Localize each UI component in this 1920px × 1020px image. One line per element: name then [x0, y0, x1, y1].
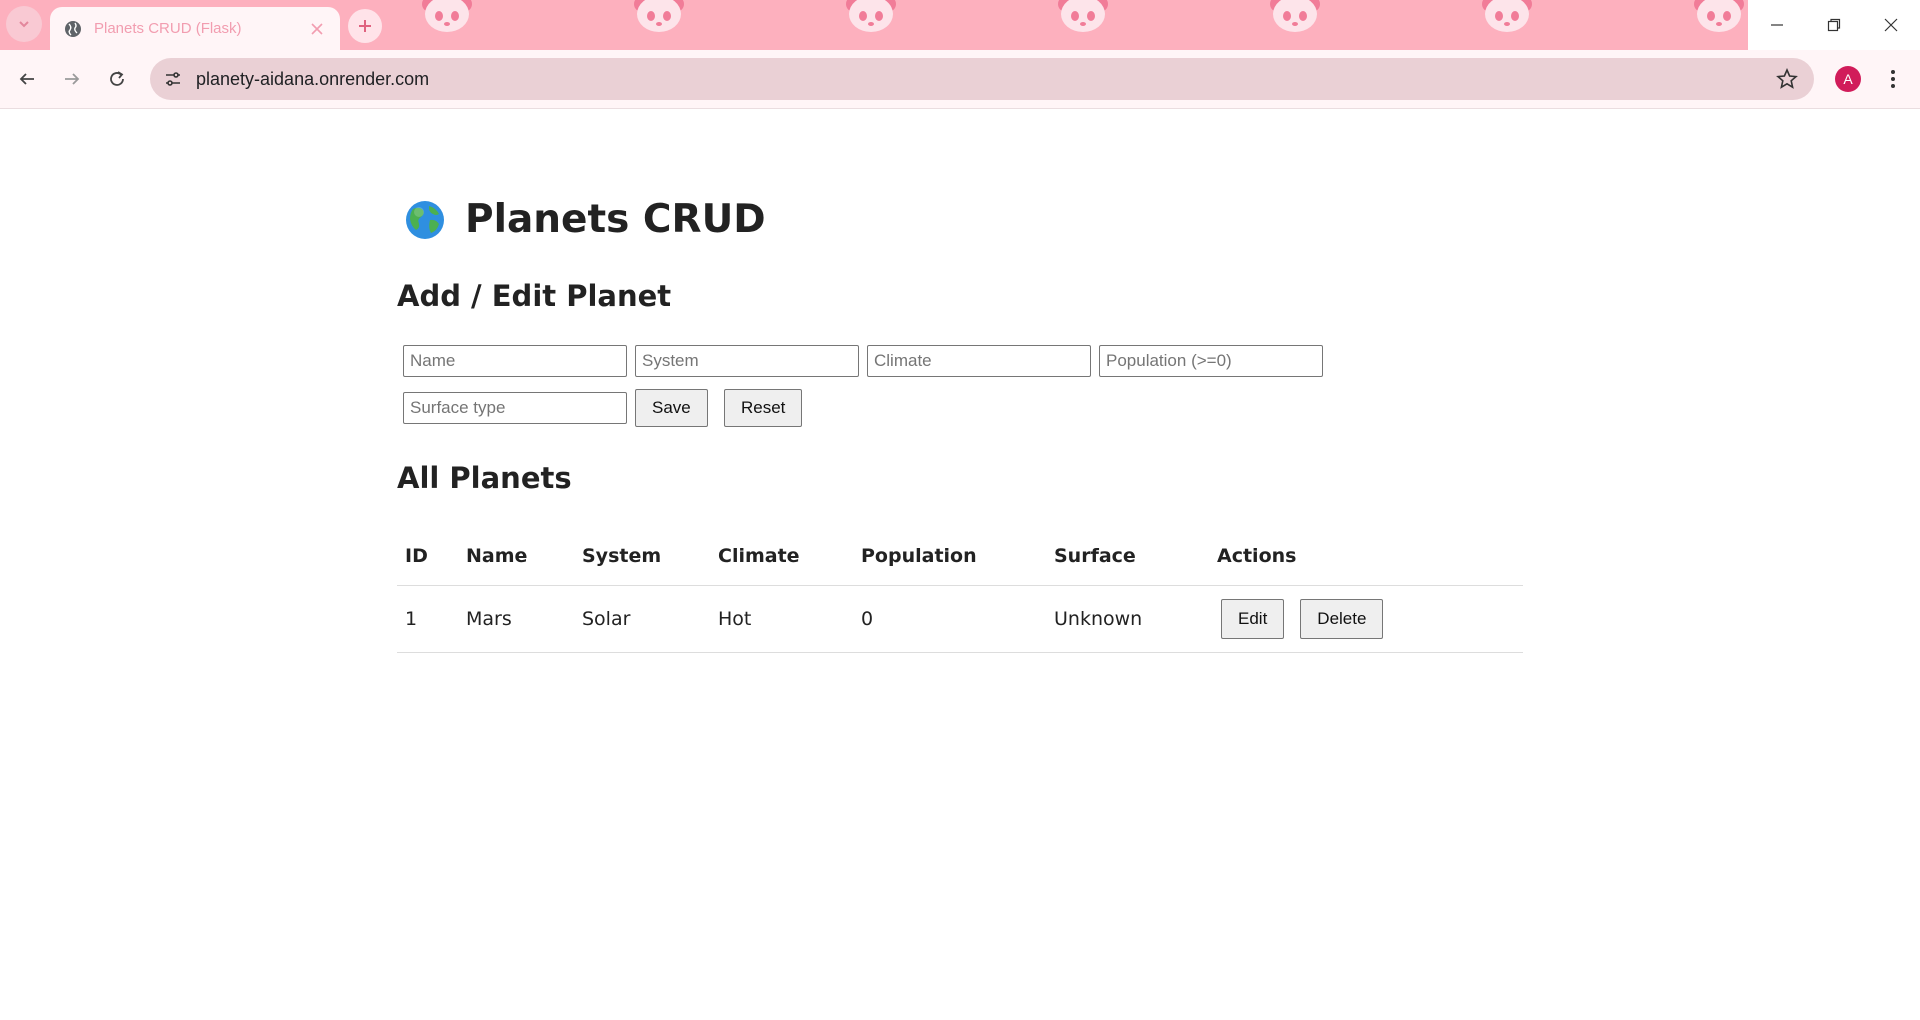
restore-icon — [1827, 18, 1840, 32]
site-settings-icon[interactable] — [162, 68, 184, 90]
planets-table: ID Name System Climate Population Surfac… — [397, 527, 1523, 653]
page-title: Planets CRUD — [465, 197, 766, 242]
plus-icon — [359, 20, 371, 32]
reload-button[interactable] — [100, 62, 134, 96]
arrow-left-icon — [19, 73, 34, 85]
page-title-row: Planets CRUD — [405, 197, 766, 242]
surface-type-input[interactable] — [403, 392, 627, 424]
close-window-button[interactable] — [1862, 0, 1919, 50]
globe-icon — [65, 20, 81, 37]
profile-avatar[interactable]: A — [1835, 66, 1861, 92]
tab-title: Planets CRUD (Flask) — [94, 20, 242, 37]
bookmark-star-icon[interactable] — [1776, 68, 1798, 90]
chevron-down-icon — [19, 21, 29, 28]
cell-system: Solar — [574, 585, 710, 653]
reset-button[interactable]: Reset — [724, 389, 803, 427]
column-header-surface: Surface — [1046, 527, 1209, 586]
window-controls — [1748, 0, 1920, 50]
cell-population: 0 — [853, 585, 1046, 653]
form-heading: Add / Edit Planet — [397, 279, 672, 313]
browser-tab-active[interactable]: Planets CRUD (Flask) — [50, 7, 340, 50]
cell-climate: Hot — [710, 585, 853, 653]
column-header-population: Population — [853, 527, 1046, 586]
column-header-id: ID — [397, 527, 458, 586]
minimize-icon — [1770, 24, 1783, 26]
close-icon — [1884, 18, 1897, 32]
browser-menu-button[interactable] — [1880, 66, 1906, 92]
population-input[interactable] — [1099, 345, 1323, 377]
new-tab-button[interactable] — [348, 9, 382, 43]
planets-list-heading: All Planets — [397, 461, 572, 495]
url-text: planety-aidana.onrender.com — [196, 69, 430, 89]
cell-surface: Unknown — [1046, 585, 1209, 653]
climate-input[interactable] — [867, 345, 1091, 377]
edit-button[interactable]: Edit — [1221, 599, 1285, 639]
more-vertical-icon — [1891, 70, 1895, 88]
earth-globe-icon — [406, 200, 444, 239]
panda-decoration — [846, 0, 896, 32]
cell-actions: Edit Delete — [1209, 585, 1523, 653]
panda-decoration — [634, 0, 684, 32]
forward-button[interactable] — [55, 62, 89, 96]
browser-titlebar: Planets CRUD (Flask) — [0, 0, 1920, 50]
column-header-actions: Actions — [1209, 527, 1523, 586]
column-header-system: System — [574, 527, 710, 586]
page-body: Planets CRUD Add / Edit Planet Save Rese… — [0, 109, 1920, 1020]
reload-icon — [110, 71, 124, 86]
tab-search-button[interactable] — [6, 6, 42, 42]
save-button[interactable]: Save — [635, 389, 708, 427]
table-row: 1 Mars Solar Hot 0 Unknown Edit Delete — [397, 585, 1523, 653]
restore-button[interactable] — [1805, 0, 1862, 50]
panda-decoration — [422, 0, 472, 32]
panda-decoration — [1482, 0, 1532, 32]
delete-button[interactable]: Delete — [1300, 599, 1384, 639]
name-input[interactable] — [403, 345, 627, 377]
panda-decoration — [1694, 0, 1744, 32]
column-header-name: Name — [458, 527, 574, 586]
browser-toolbar: planety-aidana.onrender.com A — [0, 50, 1920, 109]
address-bar[interactable]: planety-aidana.onrender.com — [150, 58, 1814, 100]
arrow-right-icon — [65, 73, 80, 85]
back-button[interactable] — [10, 62, 44, 96]
system-input[interactable] — [635, 345, 859, 377]
cell-id: 1 — [397, 585, 458, 653]
table-header-row: ID Name System Climate Population Surfac… — [397, 527, 1523, 586]
panda-decoration — [1058, 0, 1108, 32]
minimize-button[interactable] — [1748, 0, 1805, 50]
cell-name: Mars — [458, 585, 574, 653]
column-header-climate: Climate — [710, 527, 853, 586]
close-tab-icon[interactable] — [306, 18, 328, 40]
panda-decoration — [1270, 0, 1320, 32]
